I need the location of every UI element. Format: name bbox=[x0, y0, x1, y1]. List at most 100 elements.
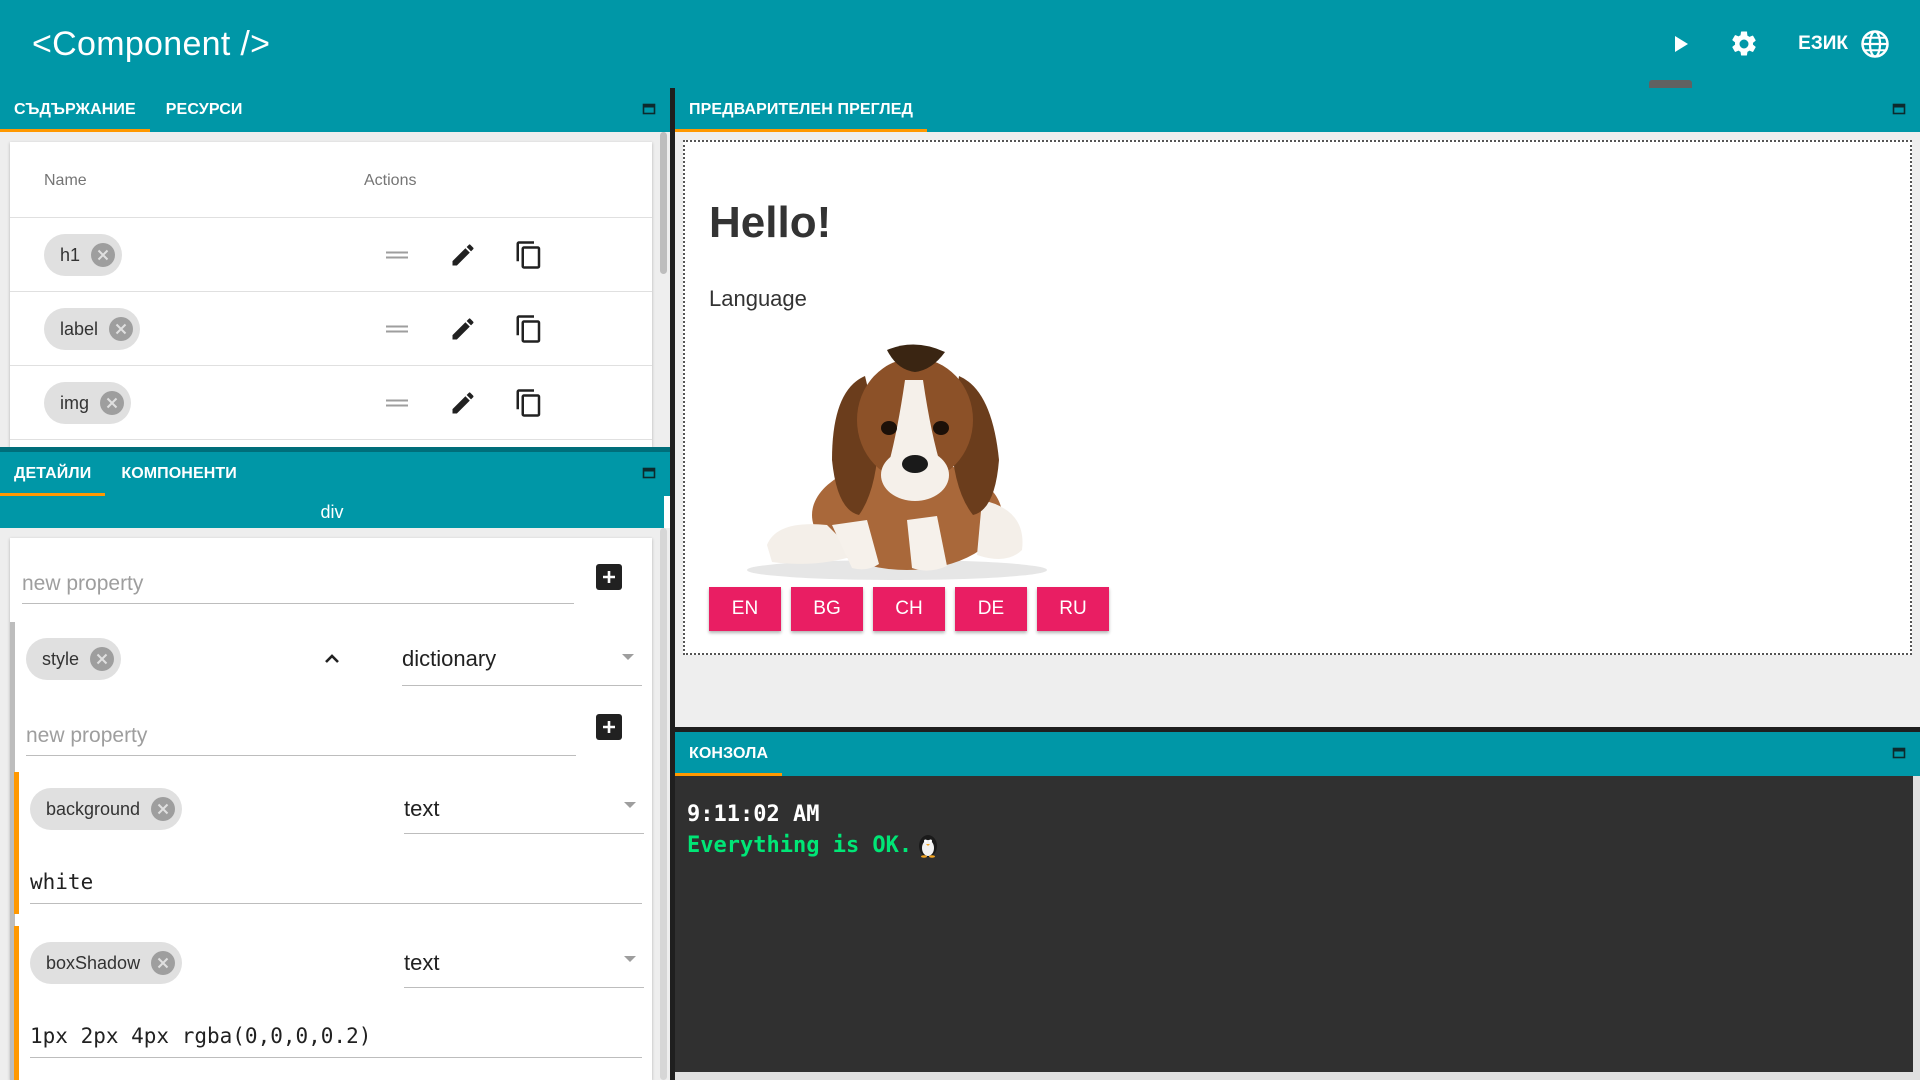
type-value: text bbox=[404, 796, 440, 821]
maximize-icon[interactable] bbox=[1892, 102, 1906, 116]
element-chip[interactable]: label bbox=[44, 308, 141, 350]
column-name: Name bbox=[44, 172, 87, 189]
preview-panel: Hello! Language EN BG CH DE RU bbox=[675, 132, 1920, 727]
preview-heading: Hello! bbox=[709, 198, 832, 247]
preview-tabbar: ПРЕДВАРИТЕЛЕН ПРЕГЛЕД bbox=[675, 88, 1920, 132]
chip-label: boxShadow bbox=[46, 952, 141, 973]
language-label: ЕЗИК bbox=[1798, 33, 1848, 54]
element-chip[interactable]: img bbox=[44, 382, 132, 424]
remove-icon[interactable] bbox=[150, 796, 176, 822]
dropdown-arrow-icon bbox=[624, 802, 636, 808]
details-scrollbar[interactable] bbox=[660, 528, 667, 1080]
column-actions: Actions bbox=[364, 172, 417, 189]
remove-icon[interactable] bbox=[150, 950, 176, 976]
drag-handle-icon bbox=[386, 325, 408, 333]
remove-icon[interactable] bbox=[108, 316, 134, 342]
console-tabbar: КОНЗОЛА bbox=[675, 732, 1920, 776]
console-scrollbar[interactable] bbox=[1913, 776, 1920, 1072]
play-button[interactable] bbox=[1656, 20, 1704, 68]
lang-button-de[interactable]: DE bbox=[955, 587, 1027, 631]
app-bar-actions: ЕЗИК bbox=[1656, 0, 1890, 88]
property-chip-boxshadow[interactable]: boxShadow bbox=[30, 942, 183, 984]
console-message-text: Everything is OK. bbox=[687, 832, 913, 858]
drag-handle-icon bbox=[386, 399, 408, 407]
row-actions bbox=[380, 386, 578, 420]
tab-resources[interactable]: РЕСУРСИ bbox=[152, 88, 257, 132]
console-message: Everything is OK. bbox=[687, 832, 940, 858]
table-row[interactable]: img bbox=[10, 366, 652, 440]
plus-icon bbox=[603, 721, 615, 733]
lang-button-ru[interactable]: RU bbox=[1037, 587, 1109, 631]
nested-property-input[interactable] bbox=[26, 716, 576, 756]
tab-console[interactable]: КОНЗОЛА bbox=[675, 732, 783, 776]
puppy-image bbox=[747, 344, 1047, 580]
edit-icon bbox=[452, 318, 474, 340]
edit-button[interactable] bbox=[446, 386, 480, 420]
tab-preview[interactable]: ПРЕДВАРИТЕЛЕН ПРЕГЛЕД bbox=[675, 88, 927, 132]
remove-icon[interactable] bbox=[99, 390, 125, 416]
copy-icon bbox=[516, 241, 541, 269]
copy-button[interactable] bbox=[512, 238, 546, 272]
copy-button[interactable] bbox=[512, 312, 546, 346]
copy-icon bbox=[516, 315, 541, 343]
copy-button[interactable] bbox=[512, 386, 546, 420]
property-chip-style[interactable]: style bbox=[26, 638, 122, 680]
row-actions bbox=[380, 238, 578, 272]
properties-editor: style dictionary background text boxShad… bbox=[10, 538, 652, 1080]
maximize-icon[interactable] bbox=[642, 102, 656, 116]
table-row[interactable]: h1 bbox=[10, 218, 652, 292]
type-select-style[interactable]: dictionary bbox=[402, 640, 642, 686]
maximize-icon[interactable] bbox=[642, 466, 656, 480]
new-property-input[interactable] bbox=[22, 564, 574, 604]
content-scrollbar[interactable] bbox=[660, 132, 667, 274]
tab-details[interactable]: ДЕТАЙЛИ bbox=[0, 452, 106, 496]
drag-button[interactable] bbox=[380, 238, 414, 272]
chevron-up-icon[interactable] bbox=[320, 647, 344, 671]
add-property-button[interactable] bbox=[596, 564, 622, 590]
preview-frame: Hello! Language EN BG CH DE RU bbox=[683, 140, 1912, 655]
lang-button-bg[interactable]: BG bbox=[791, 587, 863, 631]
language-buttons: EN BG CH DE RU bbox=[709, 587, 1119, 631]
app-bar: <Component /> ЕЗИК bbox=[0, 0, 1920, 88]
property-chip-background[interactable]: background bbox=[30, 788, 183, 830]
boxshadow-property-stripe bbox=[14, 926, 19, 1080]
content-tabbar: СЪДЪРЖАНИЕ РЕСУРСИ bbox=[0, 88, 670, 132]
edit-icon bbox=[452, 392, 474, 414]
dropdown-arrow-icon bbox=[624, 956, 636, 962]
lang-button-ch[interactable]: CH bbox=[873, 587, 945, 631]
background-property-stripe bbox=[14, 772, 19, 914]
gear-icon bbox=[1732, 31, 1756, 56]
remove-icon[interactable] bbox=[89, 646, 115, 672]
language-button[interactable]: ЕЗИК bbox=[1798, 29, 1890, 59]
horizontal-scrollbar[interactable] bbox=[675, 1072, 1920, 1080]
drag-button[interactable] bbox=[380, 312, 414, 346]
details-tabbar: ДЕТАЙЛИ КОМПОНЕНТИ bbox=[0, 452, 670, 496]
element-chip[interactable]: h1 bbox=[44, 234, 123, 276]
settings-button[interactable] bbox=[1720, 20, 1768, 68]
type-select-boxshadow[interactable]: text bbox=[404, 942, 644, 988]
chip-label: background bbox=[46, 798, 141, 819]
lang-button-en[interactable]: EN bbox=[709, 587, 781, 631]
type-select-background[interactable]: text bbox=[404, 788, 644, 834]
content-panel: Name Actions h1 label img bbox=[0, 132, 670, 447]
penguin-icon bbox=[919, 835, 938, 858]
boxshadow-value-input[interactable] bbox=[30, 1014, 642, 1058]
console-output: 9:11:02 AM Everything is OK. bbox=[675, 776, 1915, 1072]
add-nested-property-button[interactable] bbox=[596, 714, 622, 740]
app-title: <Component /> bbox=[32, 24, 271, 63]
copy-icon bbox=[516, 389, 541, 417]
chip-label: img bbox=[60, 392, 90, 413]
tab-components[interactable]: КОМПОНЕНТИ bbox=[107, 452, 251, 496]
play-icon bbox=[1675, 36, 1689, 52]
chip-label: style bbox=[42, 648, 80, 669]
table-row[interactable]: label bbox=[10, 292, 652, 366]
edit-icon bbox=[452, 244, 474, 266]
remove-icon[interactable] bbox=[90, 242, 116, 268]
drag-button[interactable] bbox=[380, 386, 414, 420]
maximize-icon[interactable] bbox=[1892, 746, 1906, 760]
selected-element-name: div bbox=[0, 496, 664, 528]
background-value-input[interactable] bbox=[30, 860, 642, 904]
tab-content[interactable]: СЪДЪРЖАНИЕ bbox=[0, 88, 150, 132]
edit-button[interactable] bbox=[446, 238, 480, 272]
edit-button[interactable] bbox=[446, 312, 480, 346]
